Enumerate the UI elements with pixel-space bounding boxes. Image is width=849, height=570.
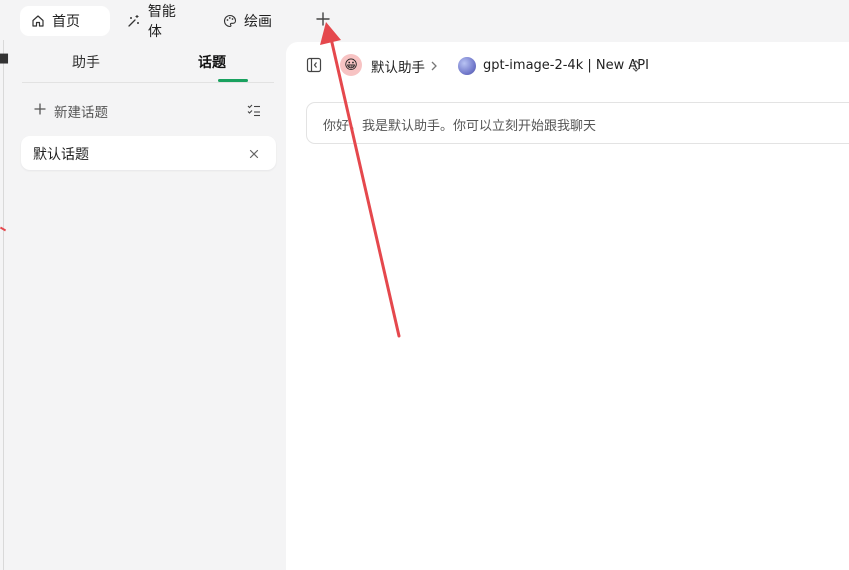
tab-agents[interactable]: 智能体 [117, 4, 197, 40]
welcome-message-box: 你好，我是默认助手。你可以立刻开始跟我聊天 [306, 102, 849, 144]
assistant-name[interactable]: 默认助手 [371, 56, 425, 76]
close-icon[interactable] [247, 146, 261, 160]
topic-item[interactable]: 默认话题 [21, 136, 276, 170]
topic-label: 默认话题 [33, 147, 89, 163]
model-selector[interactable]: gpt-image-2-4k | New API [483, 58, 649, 73]
active-tab-indicator [218, 79, 248, 82]
new-topic-label: 新建话题 [54, 105, 108, 121]
tab-painting[interactable]: 绘画 [212, 6, 282, 36]
sidebar-tab-assistants[interactable]: 助手 [72, 52, 100, 72]
add-tab-button[interactable] [313, 10, 333, 30]
plus-icon [316, 11, 330, 30]
sidebar-toggle-icon[interactable] [306, 57, 322, 73]
plus-icon [34, 103, 46, 119]
topic-list-icon[interactable] [246, 102, 262, 118]
tab-label: 绘画 [244, 14, 272, 30]
avatar[interactable]: 😀 [340, 54, 362, 76]
sidebar: 助手 话题 新建话题 默认话题 [0, 42, 286, 570]
palette-icon [222, 13, 238, 29]
sidebar-tabs: 助手 话题 [22, 42, 274, 83]
sidebar-tab-topics[interactable]: 话题 [198, 52, 226, 72]
welcome-message: 你好，我是默认助手。你可以立刻开始跟我聊天 [323, 119, 597, 134]
chevron-updown-icon[interactable] [631, 58, 641, 72]
chevron-right-icon [428, 58, 440, 72]
home-icon [30, 13, 46, 29]
tab-home[interactable]: 首页 [20, 6, 110, 36]
sparkle-wand-icon [127, 13, 142, 29]
chat-panel: 😀 默认助手 gpt-image-2-4k | New API 你好，我是默认助… [286, 42, 849, 570]
model-logo-icon [458, 57, 476, 75]
tab-label: 首页 [52, 14, 80, 30]
new-topic-button[interactable]: 新建话题 [34, 100, 108, 122]
tab-label: 智能体 [147, 4, 176, 40]
top-tab-bar: 首页 智能体 绘画 [0, 0, 849, 42]
